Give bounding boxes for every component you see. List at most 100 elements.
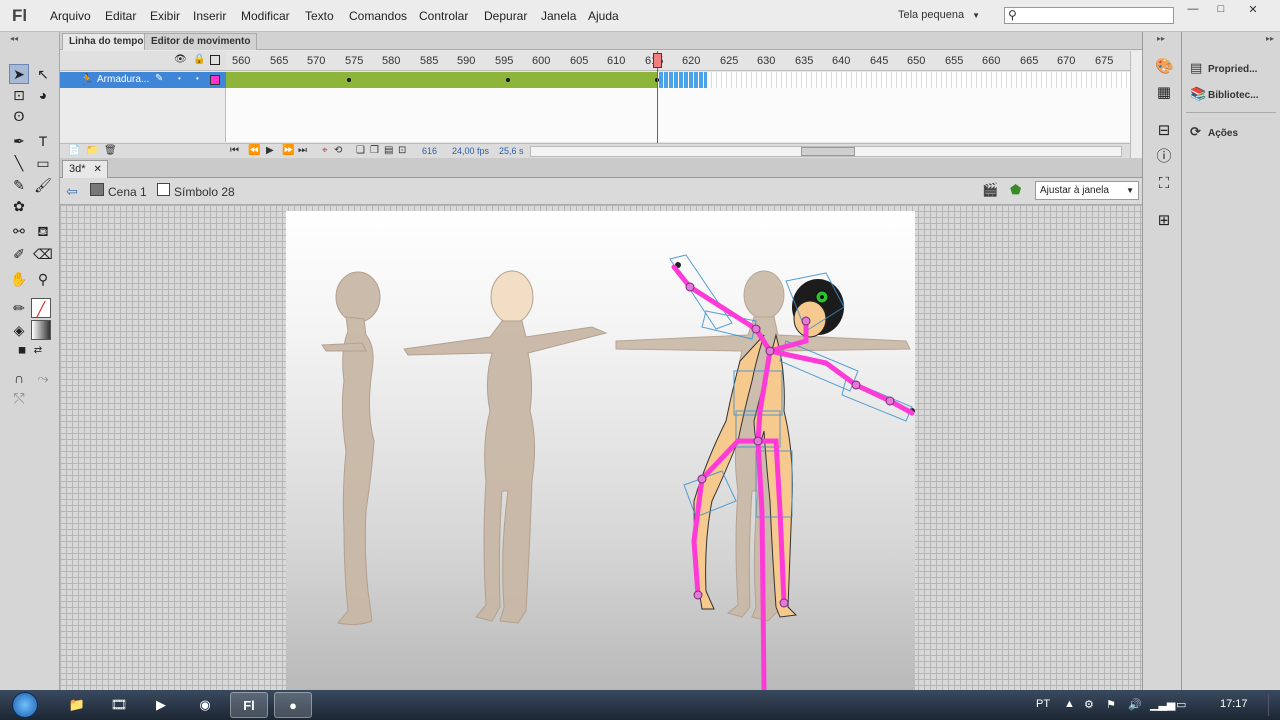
empty-frames[interactable]	[707, 72, 1130, 88]
selected-frames[interactable]	[659, 72, 707, 88]
menu-inserir[interactable]: Inserir	[193, 9, 226, 23]
minimize-button[interactable]: —	[1180, 3, 1206, 17]
menu-janela[interactable]: Janela	[541, 9, 576, 23]
player-taskbar-icon[interactable]: ▶	[142, 692, 180, 718]
collapse-panel-icon[interactable]: ▸▸	[1157, 34, 1165, 43]
maximize-button[interactable]: □	[1208, 3, 1234, 17]
lasso-tool-icon[interactable]: ʘ	[9, 106, 29, 126]
step-forward-icon[interactable]: ⏩	[282, 145, 294, 156]
color-palette-icon[interactable]: 🎨	[1155, 58, 1174, 76]
center-frame-icon[interactable]: ⌖	[322, 145, 328, 156]
zoom-select[interactable]: Ajustar à janela ▼	[1035, 181, 1139, 200]
pencil-tool-icon[interactable]: ✎	[9, 175, 29, 195]
onion-skin-icon[interactable]: ❑	[356, 145, 365, 156]
frames-row[interactable]	[226, 72, 1130, 88]
frame-ruler[interactable]: 560 565 570 575 580 585 590 595 600 605 …	[226, 51, 1130, 71]
tab-timeline[interactable]: Linha do tempo	[62, 33, 151, 50]
menu-editar[interactable]: Editar	[105, 9, 136, 23]
breadcrumb-symbol[interactable]: Símbolo 28	[174, 185, 235, 199]
tray-app-icon[interactable]: ⚙	[1084, 698, 1094, 711]
loop-icon[interactable]: ⟲	[334, 145, 342, 156]
text-tool-icon[interactable]: T	[33, 131, 53, 151]
recorder-taskbar-icon[interactable]: ●	[274, 692, 312, 718]
visibility-dot[interactable]: •	[178, 74, 181, 83]
scroll-thumb[interactable]	[801, 147, 855, 156]
menu-texto[interactable]: Texto	[305, 9, 334, 23]
eyedropper-tool-icon[interactable]: ✐	[9, 244, 29, 264]
current-frame[interactable]: 616	[422, 146, 437, 156]
breadcrumb-scene[interactable]: Cena 1	[108, 185, 147, 199]
menu-depurar[interactable]: Depurar	[484, 9, 527, 23]
bone-tool-icon[interactable]: ⚯	[9, 221, 29, 241]
edit-scene-icon[interactable]: 🎬	[982, 182, 998, 198]
show-hidden-icon[interactable]: ▲	[1064, 698, 1075, 710]
signal-icon[interactable]: ▁▃▅	[1150, 698, 1175, 711]
menu-modificar[interactable]: Modificar	[241, 9, 290, 23]
menu-controlar[interactable]: Controlar	[419, 9, 468, 23]
line-tool-icon[interactable]: ╲	[9, 153, 29, 173]
edit-multiple-frames-icon[interactable]: ▤	[384, 145, 393, 156]
components-icon[interactable]: ⊞	[1155, 212, 1173, 230]
workspace-select[interactable]: Tela pequena ▼	[898, 9, 980, 21]
swap-colors-icon[interactable]: ⇄	[28, 341, 48, 361]
transform-icon[interactable]: ⛶	[1155, 175, 1173, 193]
pasteboard[interactable]	[60, 205, 1142, 690]
play-icon[interactable]: ▶	[266, 145, 274, 156]
panel-properties[interactable]: ▤ Propried...	[1190, 60, 1257, 76]
align-icon[interactable]: ⊟	[1155, 122, 1173, 140]
close-button[interactable]: ✕	[1240, 3, 1266, 17]
panel-library[interactable]: 📚 Bibliotec...	[1190, 86, 1259, 102]
selection-tool-icon[interactable]: ➤	[9, 64, 29, 84]
snap-magnet-icon[interactable]: ∩	[9, 368, 29, 388]
network-icon[interactable]: ⚑	[1106, 698, 1116, 711]
start-button[interactable]	[6, 690, 44, 720]
deco-tool-icon[interactable]: ✿	[9, 196, 29, 216]
chrome-taskbar-icon[interactable]: ◉	[186, 692, 224, 718]
stroke-color-icon[interactable]: ✏	[9, 298, 29, 318]
layer-color-swatch[interactable]	[210, 75, 220, 85]
explorer-taskbar-icon[interactable]: 📁	[58, 692, 96, 718]
new-layer-icon[interactable]: 📄	[68, 145, 80, 156]
step-back-icon[interactable]: ⏪	[248, 145, 260, 156]
back-arrow-icon[interactable]: ⇦	[66, 183, 78, 200]
outline-icon[interactable]	[210, 55, 220, 65]
timeline-hscrollbar[interactable]	[530, 146, 1122, 157]
swatches-grid-icon[interactable]: ▦	[1155, 84, 1173, 102]
frame-rate[interactable]: 24,00 fps	[452, 146, 489, 156]
collapse-panel-icon[interactable]: ▸▸	[1266, 34, 1274, 43]
layer-row-armature[interactable]: 🏃 Armadura... ✎ • •	[60, 72, 226, 88]
subselection-tool-icon[interactable]: ↖	[33, 64, 53, 84]
eraser-tool-icon[interactable]: ⌫	[33, 244, 53, 264]
menu-comandos[interactable]: Comandos	[349, 9, 407, 23]
tab-motion-editor[interactable]: Editor de movimento	[144, 33, 258, 50]
zoom-tool-icon[interactable]: ⚲	[33, 269, 53, 289]
onion-markers-icon[interactable]: ⊡	[398, 145, 406, 156]
close-icon[interactable]: ✕	[94, 164, 102, 175]
panel-actions[interactable]: ⟳ Ações	[1190, 124, 1238, 140]
clock[interactable]: 17:17	[1220, 698, 1248, 710]
go-to-last-frame-icon[interactable]: ⏭	[298, 145, 307, 156]
fill-color-icon[interactable]: ◈	[9, 320, 29, 340]
edit-symbols-icon[interactable]: ⬟	[1010, 182, 1021, 198]
pen-tool-icon[interactable]: ✒	[9, 131, 29, 151]
go-to-first-frame-icon[interactable]: ⏮	[230, 145, 239, 156]
info-icon[interactable]: ⓘ	[1155, 148, 1173, 166]
fill-color-swatch[interactable]	[31, 320, 51, 340]
pose-keyframe[interactable]	[347, 78, 351, 82]
hand-tool-icon[interactable]: ✋	[9, 269, 29, 289]
language-indicator[interactable]: PT	[1036, 698, 1050, 710]
pose-keyframe[interactable]	[506, 78, 510, 82]
power-icon[interactable]: ▭	[1176, 698, 1186, 711]
paint-bucket-tool-icon[interactable]: ⛾	[33, 221, 53, 241]
flash-taskbar-icon[interactable]: Fl	[230, 692, 268, 718]
help-search-input[interactable]: ⚲	[1004, 7, 1174, 24]
delete-icon[interactable]: 🗑	[104, 145, 117, 156]
onion-outlines-icon[interactable]: ❐	[370, 145, 379, 156]
smooth-icon[interactable]: ⤳	[33, 368, 53, 388]
straighten-icon[interactable]: ⤲	[9, 388, 29, 408]
menu-exibir[interactable]: Exibir	[150, 9, 180, 23]
stroke-color-swatch[interactable]: ╱	[31, 298, 51, 318]
lock-dot[interactable]: •	[196, 74, 199, 83]
collapse-panel-icon[interactable]: ◂◂	[10, 34, 18, 43]
rectangle-tool-icon[interactable]: ▭	[33, 153, 53, 173]
